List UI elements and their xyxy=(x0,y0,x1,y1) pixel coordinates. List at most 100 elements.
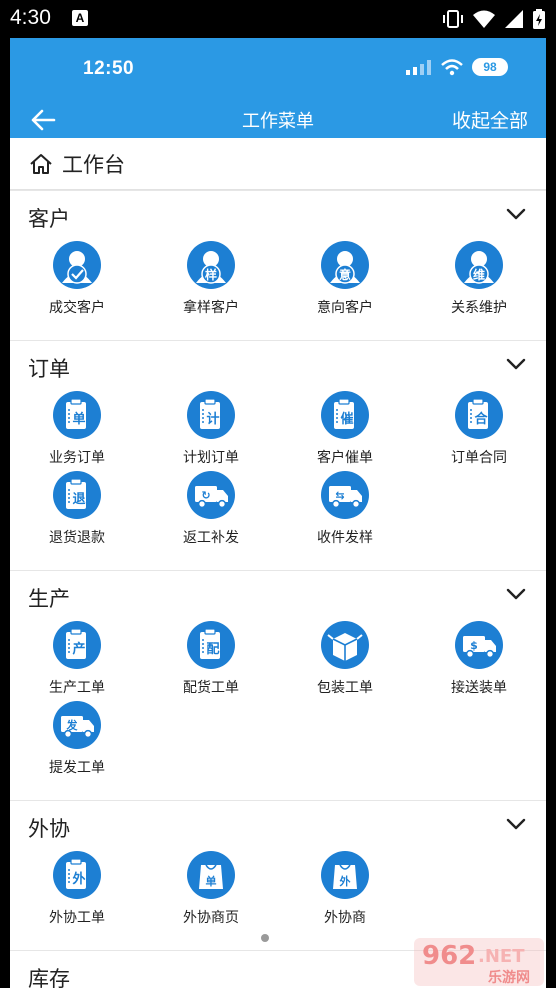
menu-item-label: 拿样客户 xyxy=(183,300,239,316)
svg-text:催: 催 xyxy=(340,411,353,427)
system-status-icons xyxy=(442,6,546,32)
collapse-all-button[interactable]: 收起全部 xyxy=(452,106,528,133)
menu-item-label: 外协商 xyxy=(324,910,366,926)
section-header[interactable]: 订单 xyxy=(10,341,546,391)
person-maintain-icon: 维 xyxy=(455,241,503,289)
menu-item-label: 生产工单 xyxy=(49,680,105,696)
section-grid: 单业务订单计计划订单催客户催单合订单合同退退货退款 ↻ 返工补发 ⇆ 收件发样 xyxy=(10,391,546,551)
menu-item-clipboard-outsource[interactable]: 外外协工单 xyxy=(10,851,144,931)
menu-item-label: 返工补发 xyxy=(183,530,239,546)
box-pack-icon xyxy=(321,621,369,669)
menu-item-clipboard-urge[interactable]: 催客户催单 xyxy=(278,391,412,471)
svg-text:单: 单 xyxy=(206,874,217,888)
menu-item-clipboard-order[interactable]: 单业务订单 xyxy=(10,391,144,471)
section-grid: 外外协工单单外协商页外外协商 xyxy=(10,851,546,931)
menu-item-label: 客户催单 xyxy=(317,450,373,466)
truck-rework-icon: ↻ xyxy=(187,471,235,519)
menu-item-label: 关系维护 xyxy=(451,300,507,316)
truck-sample-icon: ⇆ xyxy=(321,471,369,519)
svg-text:发: 发 xyxy=(66,718,79,732)
menu-item-clipboard-plan[interactable]: 计计划订单 xyxy=(144,391,278,471)
menu-item-person-intent[interactable]: 意意向客户 xyxy=(278,241,412,321)
battery-charging-icon xyxy=(533,9,545,29)
menu-item-person-maintain[interactable]: 维关系维护 xyxy=(412,241,546,321)
menu-item-clipboard-produce[interactable]: 产生产工单 xyxy=(10,621,144,701)
svg-text:外: 外 xyxy=(339,874,351,888)
svg-text:意: 意 xyxy=(339,267,351,282)
menu-item-label: 订单合同 xyxy=(451,450,507,466)
signal-bars-icon xyxy=(406,60,431,75)
section-header[interactable]: 外协 xyxy=(10,801,546,851)
system-status-bar: 4:30 A xyxy=(0,0,556,38)
chevron-down-icon[interactable] xyxy=(506,587,526,601)
menu-item-clipboard-allocate[interactable]: 配配货工单 xyxy=(144,621,278,701)
menu-item-person-check[interactable]: 成交客户 xyxy=(10,241,144,321)
menu-item-bag-outsource[interactable]: 外外协商 xyxy=(278,851,412,931)
menu-item-label: 业务订单 xyxy=(49,450,105,466)
menu-item-truck-shuttle[interactable]: $ 接送装单 xyxy=(412,621,546,701)
menu-item-truck-rework[interactable]: ↻ 返工补发 xyxy=(144,471,278,551)
menu-item-label: 意向客户 xyxy=(317,300,373,316)
section-title: 生产 xyxy=(28,587,70,611)
clipboard-contract-icon: 合 xyxy=(455,391,503,439)
person-intent-icon: 意 xyxy=(321,241,369,289)
svg-text:计: 计 xyxy=(206,411,219,427)
person-sample-icon: 样 xyxy=(187,241,235,289)
clipboard-plan-icon: 计 xyxy=(187,391,235,439)
menu-item-truck-dispatch[interactable]: 发提发工单 xyxy=(10,701,144,781)
menu-item-truck-sample[interactable]: ⇆ 收件发样 xyxy=(278,471,412,551)
section-header[interactable]: 客户 xyxy=(10,191,546,241)
section-header[interactable]: 生产 xyxy=(10,571,546,621)
menu-item-label: 收件发样 xyxy=(317,530,373,546)
home-icon xyxy=(30,153,52,174)
menu-item-bag-outsource-page[interactable]: 单外协商页 xyxy=(144,851,278,931)
section-2: 生产产生产工单配配货工单 包装工单 $ 接送装单发提发工单 xyxy=(10,570,546,781)
svg-text:↻: ↻ xyxy=(201,489,210,502)
menu-item-clipboard-contract[interactable]: 合订单合同 xyxy=(412,391,546,471)
section-title: 库存 xyxy=(28,967,70,988)
workbench-label: 工作台 xyxy=(62,152,125,177)
menu-item-box-pack[interactable]: 包装工单 xyxy=(278,621,412,701)
inner-status-bar: 12:50 98 xyxy=(10,38,546,100)
person-check-icon xyxy=(53,241,101,289)
chevron-down-icon[interactable] xyxy=(506,207,526,221)
inner-time: 12:50 xyxy=(83,58,135,79)
section-1: 订单单业务订单计计划订单催客户催单合订单合同退退货退款 ↻ 返工补发 ⇆ 收件发样 xyxy=(10,340,546,551)
svg-text:962: 962 xyxy=(422,941,476,971)
section-title: 订单 xyxy=(28,357,70,381)
menu-item-clipboard-return[interactable]: 退退货退款 xyxy=(10,471,144,551)
clipboard-allocate-icon: 配 xyxy=(187,621,235,669)
svg-text:单: 单 xyxy=(72,411,85,427)
scroll-indicator xyxy=(261,934,269,942)
menu-item-label: 计划订单 xyxy=(183,450,239,466)
chevron-down-icon[interactable] xyxy=(506,817,526,831)
truck-shuttle-icon: $ xyxy=(455,621,503,669)
menu-item-label: 提发工单 xyxy=(49,760,105,776)
svg-text:样: 样 xyxy=(205,267,217,282)
svg-text:.NET: .NET xyxy=(478,946,525,967)
menu-item-label: 外协商页 xyxy=(183,910,239,926)
clipboard-produce-icon: 产 xyxy=(53,621,101,669)
svg-text:$: $ xyxy=(470,639,478,652)
menu-item-label: 外协工单 xyxy=(49,910,105,926)
wifi-icon xyxy=(473,10,495,28)
section-3: 外协外外协工单单外协商页外外协商 xyxy=(10,800,546,931)
wifi-icon xyxy=(441,59,463,76)
watermark-logo: 962 .NET 乐游网 xyxy=(412,936,546,988)
app-window: 12:50 98 工作菜单 收起全部 工作台 客户 成交客户样拿样客户意意向客户维… xyxy=(10,38,546,988)
svg-text:维: 维 xyxy=(473,267,485,282)
clipboard-return-icon: 退 xyxy=(53,471,101,519)
section-grid: 产生产工单配配货工单 包装工单 $ 接送装单发提发工单 xyxy=(10,621,546,781)
menu-item-person-sample[interactable]: 样拿样客户 xyxy=(144,241,278,321)
menu-item-label: 配货工单 xyxy=(183,680,239,696)
section-title: 客户 xyxy=(28,207,70,231)
svg-text:合: 合 xyxy=(474,411,488,427)
chevron-down-icon[interactable] xyxy=(506,357,526,371)
menu-item-label: 成交客户 xyxy=(49,300,105,316)
svg-text:退: 退 xyxy=(72,492,85,507)
workbench-row[interactable]: 工作台 xyxy=(10,138,546,190)
clipboard-order-icon: 单 xyxy=(53,391,101,439)
menu-item-label: 包装工单 xyxy=(317,680,373,696)
clipboard-outsource-icon: 外 xyxy=(53,851,101,899)
section-0: 客户 成交客户样拿样客户意意向客户维关系维护 xyxy=(10,190,546,321)
